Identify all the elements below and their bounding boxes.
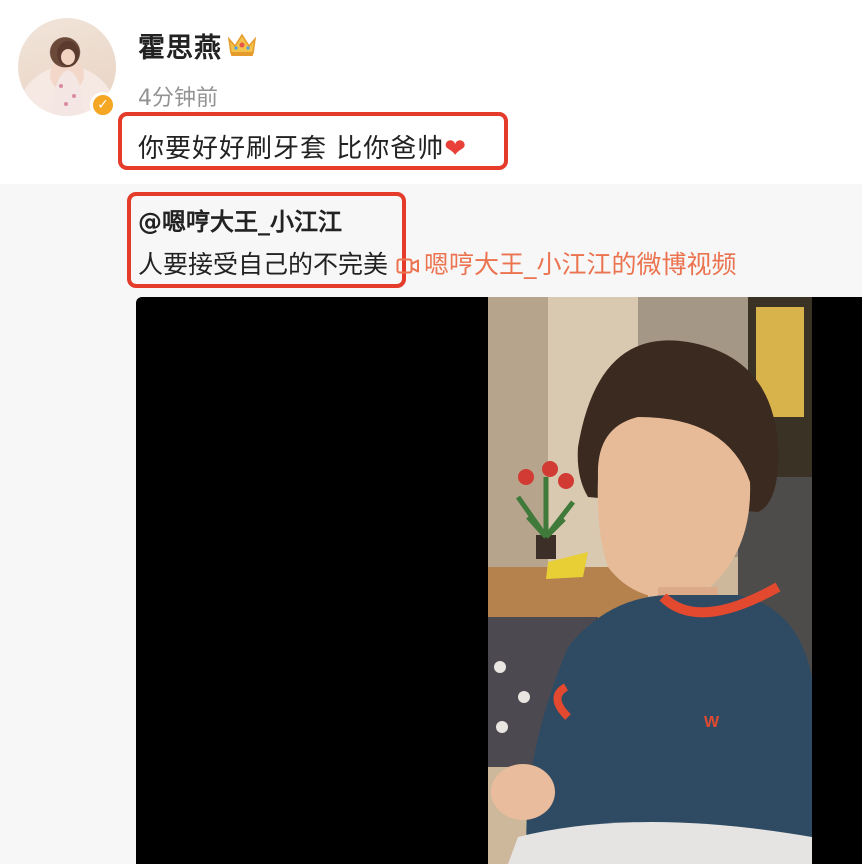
verified-icon: ✓ xyxy=(90,92,116,118)
avatar-photo xyxy=(52,41,84,116)
post-time: 4分钟前 xyxy=(138,86,218,111)
video-camera-icon xyxy=(396,258,420,274)
video-frame: W xyxy=(488,297,812,864)
video-thumbnail: W xyxy=(488,297,812,864)
svg-text:W: W xyxy=(704,714,720,731)
video-letterbox-right xyxy=(812,297,862,864)
repost-text: 人要接受自己的不完美 xyxy=(138,250,389,279)
author-name[interactable]: 霍思燕 xyxy=(138,26,222,65)
video-link[interactable]: 嗯哼大王_小江江的微博视频 xyxy=(424,250,737,279)
post-text: 你要好好刷牙套 比你爸帅 xyxy=(138,134,445,164)
post-content: 你要好好刷牙套 比你爸帅❤ xyxy=(138,128,467,165)
heart-icon: ❤ xyxy=(444,134,468,164)
repost-author[interactable]: @嗯哼大王_小江江 xyxy=(138,202,342,237)
crown-icon[interactable] xyxy=(226,31,258,57)
repost-content: 人要接受自己的不完美 嗯哼大王_小江江的微博视频 xyxy=(138,245,737,281)
video-player[interactable]: W xyxy=(136,297,862,864)
